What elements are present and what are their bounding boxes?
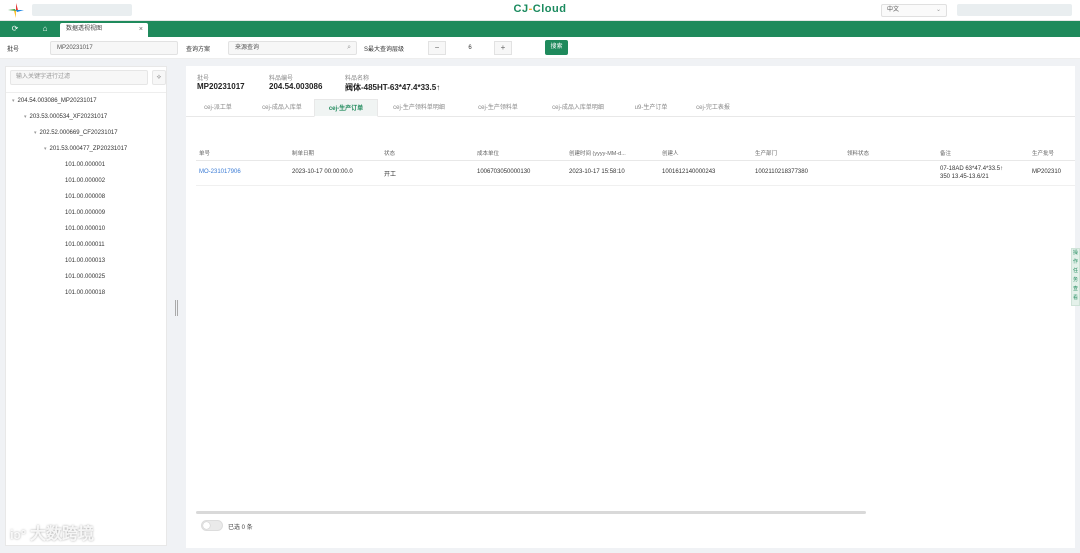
batch-input[interactable]: MP20231017 bbox=[50, 41, 178, 55]
query-bar: 批号 MP20231017 查询方案 来源查询 ⌕ S最大查询层级 − 6 + … bbox=[0, 37, 1080, 59]
horizontal-scrollbar[interactable] bbox=[196, 511, 866, 514]
meta-code-value: 204.54.003086 bbox=[269, 82, 323, 91]
tree-node[interactable]: 101.00.000001 bbox=[65, 162, 105, 168]
tree-node[interactable]: 101.00.000002 bbox=[65, 178, 105, 184]
decrement-button[interactable]: − bbox=[428, 41, 446, 55]
chevron-down-icon: ⌄ bbox=[935, 7, 941, 13]
column-header[interactable]: 创建人 bbox=[662, 149, 679, 157]
side-float-tab[interactable]: 操作任务查看 bbox=[1071, 248, 1080, 306]
top-bar: CJ-Cloud 中文 ⌄ bbox=[0, 0, 1080, 21]
meta-name-value: 阀体-485HT-63*47.4*33.5↑ bbox=[345, 83, 441, 92]
cell-created: 2023-10-17 15:58:10 bbox=[569, 169, 625, 175]
tree-node[interactable]: 101.00.000009 bbox=[65, 210, 105, 216]
column-header[interactable]: 状态 bbox=[384, 149, 395, 157]
scheme-input-value: 来源查询 bbox=[235, 45, 260, 51]
filter-icon[interactable]: ⟡ bbox=[152, 70, 166, 85]
column-header[interactable]: 制单日期 bbox=[292, 149, 314, 157]
watermark-logo-icon: iↄ° bbox=[10, 527, 27, 542]
meta-name-label: 料品名称 bbox=[345, 76, 370, 82]
table-header: 单号 制单日期 状态 成本单位 创建时间 (yyyy-MM-d... 创建人 生… bbox=[196, 146, 1075, 161]
tab-finished-goods-receipt[interactable]: cej-成品入库单 bbox=[250, 99, 314, 117]
meta-code-label: 料品编号 bbox=[269, 76, 294, 82]
cell-date: 2023-10-17 00:00:00.0 bbox=[292, 169, 353, 175]
cell-cost-unit: 1006703050000130 bbox=[477, 169, 531, 175]
tree-node[interactable]: 101.00.000025 bbox=[65, 274, 105, 280]
detail-panel: 批号 MP20231017 料品编号 204.54.003086 料品名称 阀体… bbox=[186, 66, 1075, 548]
tab-completion-report[interactable]: cej-完工表报 bbox=[682, 99, 744, 117]
table-row[interactable]: MO-231017906 2023-10-17 00:00:00.0 开工 10… bbox=[196, 162, 1075, 186]
cell-remark: 07-18AD 63*47.4*33.5↑ 350 13.45-13.6/21 bbox=[940, 166, 1004, 180]
cell-dept: 1002110218377380 bbox=[755, 169, 808, 175]
caret-down-icon: ▾ bbox=[44, 146, 47, 152]
tab-label: 数据透视视图 bbox=[66, 26, 103, 32]
column-header[interactable]: 生产部门 bbox=[755, 149, 777, 157]
tab-production-order[interactable]: cej-生产订单 bbox=[314, 99, 378, 117]
meta-batch-value: MP20231017 bbox=[197, 82, 245, 91]
tree-node[interactable]: 101.00.000010 bbox=[65, 226, 105, 232]
tree-node[interactable]: 101.00.000011 bbox=[65, 242, 105, 248]
tree-node[interactable]: ▾ 203.53.000534_XF20231017 bbox=[24, 114, 107, 120]
language-select[interactable]: 中文 ⌄ bbox=[881, 4, 947, 17]
home-icon[interactable]: ⌂ bbox=[40, 24, 50, 34]
cell-batch: MP202310 bbox=[1032, 169, 1062, 175]
column-header[interactable]: 备注 bbox=[940, 149, 951, 157]
caret-down-icon: ▾ bbox=[12, 98, 15, 104]
caret-down-icon: ▾ bbox=[34, 130, 37, 136]
order-number-link[interactable]: MO-231017906 bbox=[199, 169, 241, 175]
caret-down-icon: ▾ bbox=[24, 114, 27, 120]
blurred-user-info[interactable] bbox=[957, 4, 1072, 16]
batch-input-value: MP20231017 bbox=[57, 45, 93, 51]
tab-u9-production-order[interactable]: u9-生产订单 bbox=[620, 99, 682, 117]
blurred-header-info bbox=[32, 4, 132, 16]
refresh-icon[interactable]: ⟳ bbox=[10, 24, 20, 34]
tab-material-issue-detail[interactable]: cej-生产领料单明细 bbox=[378, 99, 460, 117]
brand-title: CJ-Cloud bbox=[513, 3, 567, 15]
app-logo-icon[interactable] bbox=[8, 3, 24, 18]
column-header[interactable]: 单号 bbox=[199, 149, 210, 157]
column-header[interactable]: 成本单位 bbox=[477, 149, 499, 157]
tree-node[interactable]: ▾ 201.53.000477_ZP20231017 bbox=[44, 146, 127, 152]
max-level-value[interactable]: 6 bbox=[447, 41, 493, 55]
tree-node[interactable]: 101.00.000018 bbox=[65, 290, 105, 296]
batch-label: 批号 bbox=[7, 47, 20, 53]
scheme-label: 查询方案 bbox=[186, 47, 211, 53]
tree-node[interactable]: ▾ 202.52.000669_CF20231017 bbox=[34, 130, 118, 136]
increment-button[interactable]: + bbox=[494, 41, 512, 55]
sub-tabs: cej-派工单 cej-成品入库单 cej-生产订单 cej-生产领料单明细 c… bbox=[186, 99, 1075, 117]
cell-creator: 1001612140000243 bbox=[662, 169, 716, 175]
tab-strip: ⟳ ⌂ 数据透视视图 × bbox=[0, 21, 1080, 37]
column-header[interactable]: 生产批号 bbox=[1032, 149, 1054, 157]
search-icon[interactable]: ⌕ bbox=[347, 42, 351, 54]
selected-count: 已选 0 条 bbox=[228, 525, 253, 531]
tab-data-pivot[interactable]: 数据透视视图 × bbox=[60, 23, 148, 37]
max-level-label: S最大查询层级 bbox=[364, 47, 405, 53]
tree-node[interactable]: 101.00.000008 bbox=[65, 194, 105, 200]
panel-splitter-handle[interactable] bbox=[175, 300, 178, 316]
scheme-input[interactable]: 来源查询 ⌕ bbox=[228, 41, 357, 55]
column-header[interactable]: 创建时间 (yyyy-MM-d... bbox=[569, 149, 626, 157]
tree-filter-input[interactable]: 输入关键字进行过滤 bbox=[10, 70, 148, 85]
tree-node[interactable]: ▾ 204.54.003086_MP20231017 bbox=[12, 98, 97, 104]
tree-panel: 输入关键字进行过滤 ⟡ ▾ 204.54.003086_MP20231017 ▾ 2… bbox=[5, 66, 167, 546]
tree-node[interactable]: 101.00.000013 bbox=[65, 258, 105, 264]
column-header[interactable]: 领料状态 bbox=[847, 149, 869, 157]
close-icon[interactable]: × bbox=[139, 23, 143, 36]
meta-batch-label: 批号 bbox=[197, 76, 210, 82]
tab-material-issue[interactable]: cej-生产领料单 bbox=[460, 99, 536, 117]
tab-dispatch[interactable]: cej-派工单 bbox=[186, 99, 250, 117]
tree: ▾ 204.54.003086_MP20231017 ▾ 203.53.000534… bbox=[6, 92, 166, 296]
search-button[interactable]: 搜索 bbox=[545, 40, 568, 55]
selection-toggle[interactable] bbox=[201, 520, 223, 531]
language-value: 中文 bbox=[887, 7, 900, 13]
tab-finished-goods-receipt-detail[interactable]: cej-成品入库单明细 bbox=[536, 99, 620, 117]
watermark: iↄ° 大数跨境 bbox=[10, 526, 95, 543]
cell-status: 开工 bbox=[384, 172, 397, 178]
